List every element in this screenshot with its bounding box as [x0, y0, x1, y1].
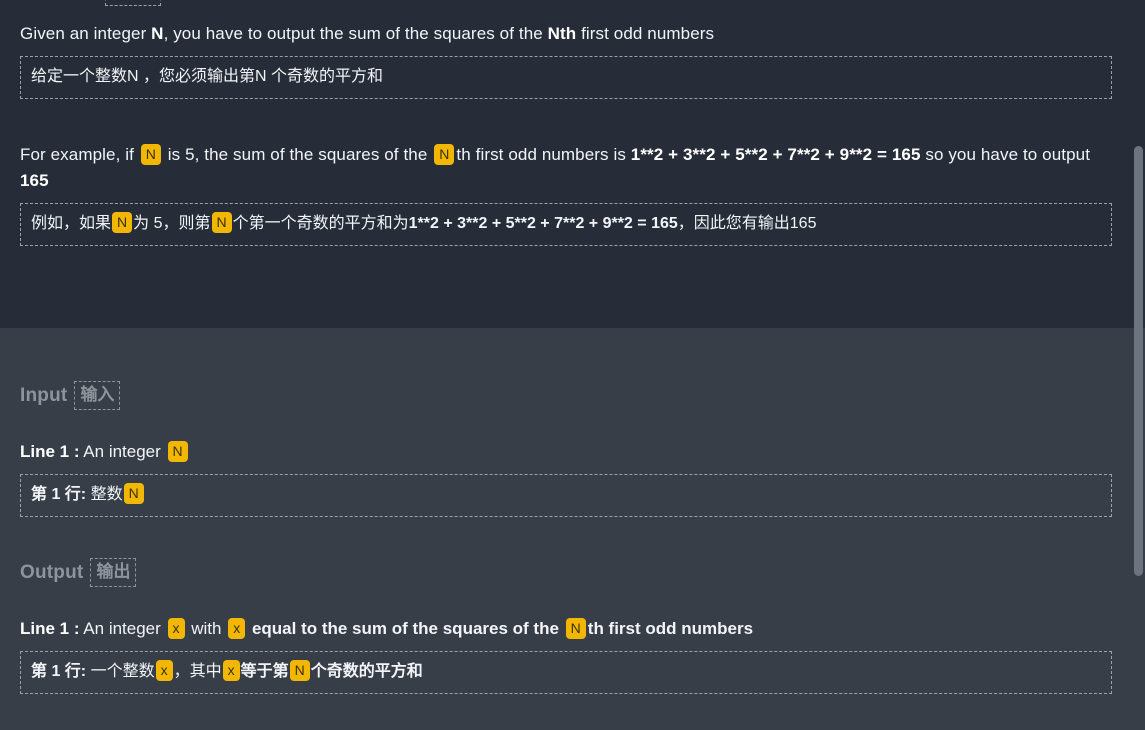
input-translation-text: 整数 [86, 486, 123, 503]
input-line-lead: Line 1 : [20, 442, 80, 461]
variable-badge-n: N [289, 660, 310, 681]
output-line-p1: An integer [79, 619, 166, 638]
variable-badge-x: x [228, 618, 246, 639]
example-result: 165 [20, 171, 49, 190]
variable-badge-n: N [140, 144, 161, 165]
output-line-b2: th first odd numbers [587, 619, 754, 638]
output-line-p2: with [186, 619, 227, 638]
output-line-b1: equal to the sum of the squares of the [247, 619, 564, 638]
example-text-p3: th first odd numbers is [456, 145, 631, 164]
input-line-text: An integer [79, 442, 166, 461]
output-heading-label: Output [20, 561, 84, 583]
input-heading-label: Input [20, 384, 68, 406]
output-section-heading: Output 输出 [20, 558, 1112, 587]
output-line-1: Line 1 : An integer x with x equal to th… [20, 616, 1112, 642]
variable-badge-x: x [222, 660, 240, 681]
output-translation-p1: 一个整数 [86, 663, 155, 680]
example-translation-box[interactable]: 例如，如果 N 为 5，则第 N 个第一个奇数的平方和为1**2 + 3**2 + 5*… [20, 203, 1112, 246]
example-paragraph: For example, if N is 5, the sum of the s… [20, 142, 1112, 194]
example-translation-p1: 例如，如果 [31, 215, 112, 232]
intro-translation-text: 给定一个整数N ，您必须输出第N 个奇数的平方和 [31, 68, 384, 85]
intro-text-part3: first odd numbers [576, 24, 715, 43]
example-translation-p3: 个第一个奇数的平方和为 [232, 215, 409, 232]
intro-text-part1: Given an integer [20, 24, 152, 43]
output-line-lead: Line 1 : [20, 619, 80, 638]
problem-statement-page: Given an integer N, you have to output t… [0, 0, 1145, 730]
intro-var-n: N [151, 24, 164, 43]
input-translation-lead: 第 1 行: [31, 486, 87, 503]
variable-badge-n: N [565, 618, 586, 639]
example-translation-p2: 为 5，则第 [133, 215, 211, 232]
vertical-scrollbar-thumb[interactable] [1134, 146, 1143, 576]
intro-text-part2: , you have to output the sum of the squa… [163, 24, 548, 43]
example-translation-formula: 1**2 + 3**2 + 5**2 + 7**2 + 9**2 = 165 [408, 215, 678, 232]
statement-panel: Given an integer N, you have to output t… [0, 0, 1145, 328]
variable-badge-x: x [167, 618, 185, 639]
example-text-p2: is 5, the sum of the squares of the [162, 145, 433, 164]
variable-badge-n: N [167, 441, 188, 462]
output-translation-lead: 第 1 行: [31, 663, 87, 680]
vertical-scrollbar-track[interactable] [1132, 0, 1145, 730]
input-translation-box[interactable]: 第 1 行: 整数 N [20, 474, 1112, 517]
io-spec-panel: Input 输入 Line 1 : An integer N 第 1 行: 整数… [0, 328, 1145, 730]
example-formula: 1**2 + 3**2 + 5**2 + 7**2 + 9**2 = 165 [630, 145, 921, 164]
example-translation-p4: ，因此您有输出165 [677, 215, 817, 232]
example-text-p4: so you have to output [920, 145, 1091, 164]
intro-bold-nth: Nth [547, 24, 577, 43]
variable-badge-n: N [123, 483, 144, 504]
variable-badge-n: N [211, 212, 232, 233]
output-translation-b1: 等于第 [240, 663, 289, 680]
intro-translation-box[interactable]: 给定一个整数N ，您必须输出第N 个奇数的平方和 [20, 56, 1112, 99]
output-translation-box[interactable]: 第 1 行: 一个整数 x ，其中 x 等于第 N 个奇数的平方和 [20, 651, 1112, 694]
clipped-translation-box-fragment [105, 0, 161, 6]
input-line-1: Line 1 : An integer N [20, 439, 1112, 465]
output-translation-b2: 个奇数的平方和 [310, 663, 423, 680]
input-section-heading: Input 输入 [20, 381, 1112, 410]
output-translation-p2: ，其中 [173, 663, 222, 680]
example-text-p1: For example, if [20, 145, 139, 164]
intro-paragraph: Given an integer N, you have to output t… [20, 21, 1112, 47]
output-heading-translation[interactable]: 输出 [90, 558, 137, 587]
variable-badge-x: x [155, 660, 173, 681]
variable-badge-n: N [112, 212, 133, 233]
variable-badge-n: N [434, 144, 455, 165]
input-heading-translation[interactable]: 输入 [74, 381, 121, 410]
